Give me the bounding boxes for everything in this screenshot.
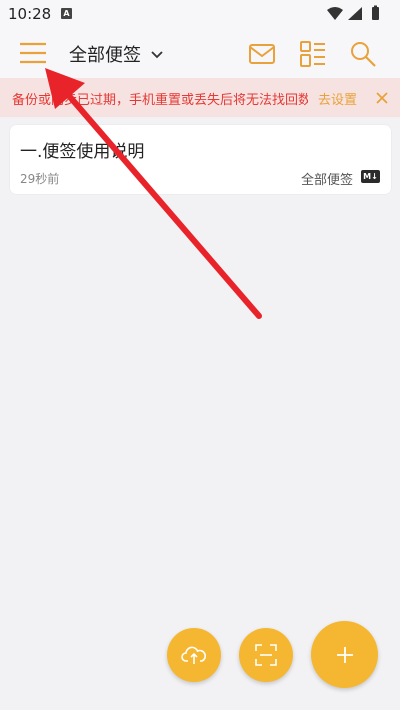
search-button[interactable] — [348, 39, 378, 69]
notification-a-icon: A — [61, 8, 72, 19]
banner-message: 备份或同步已过期，手机重置或丢失后将无法找回数据 — [12, 93, 308, 108]
layout-icon — [300, 41, 325, 67]
folder-title[interactable]: 全部便签 — [69, 41, 141, 67]
status-icons — [326, 5, 390, 27]
mail-button[interactable] — [247, 39, 277, 69]
note-title: 一.便签使用说明 — [20, 142, 145, 162]
scan-button[interactable] — [239, 628, 293, 682]
banner-settings-link[interactable]: 去设置 — [318, 89, 357, 108]
close-icon — [376, 92, 388, 104]
app-bar: 全部便签 — [0, 28, 400, 78]
cloud-upload-icon — [181, 646, 207, 664]
backup-warning-banner: 备份或同步已过期，手机重置或丢失后将无法找回数据 去设置 — [0, 78, 400, 117]
note-folder-label: 全部便签 — [301, 173, 354, 188]
banner-close-button[interactable] — [375, 90, 389, 109]
cloud-sync-button[interactable] — [167, 628, 221, 682]
wifi-icon — [327, 7, 343, 20]
plus-icon — [336, 646, 353, 663]
status-time: 10:28 — [8, 5, 52, 23]
note-timestamp: 29秒前 — [20, 172, 60, 186]
chevron-down-icon — [151, 51, 163, 59]
scan-icon — [255, 644, 277, 666]
signal-icon — [348, 7, 362, 20]
menu-icon — [20, 42, 46, 64]
battery-icon — [372, 5, 379, 20]
add-note-button[interactable] — [311, 621, 378, 688]
layout-button[interactable] — [298, 39, 328, 69]
folder-dropdown[interactable] — [150, 45, 164, 64]
search-icon — [351, 42, 376, 67]
status-bar: 10:28 A — [0, 0, 400, 28]
markdown-badge: M↓ — [361, 170, 380, 183]
note-card[interactable]: 一.便签使用说明 29秒前 全部便签 M↓ — [10, 125, 391, 194]
menu-button[interactable] — [16, 39, 50, 67]
mail-icon — [249, 44, 275, 64]
